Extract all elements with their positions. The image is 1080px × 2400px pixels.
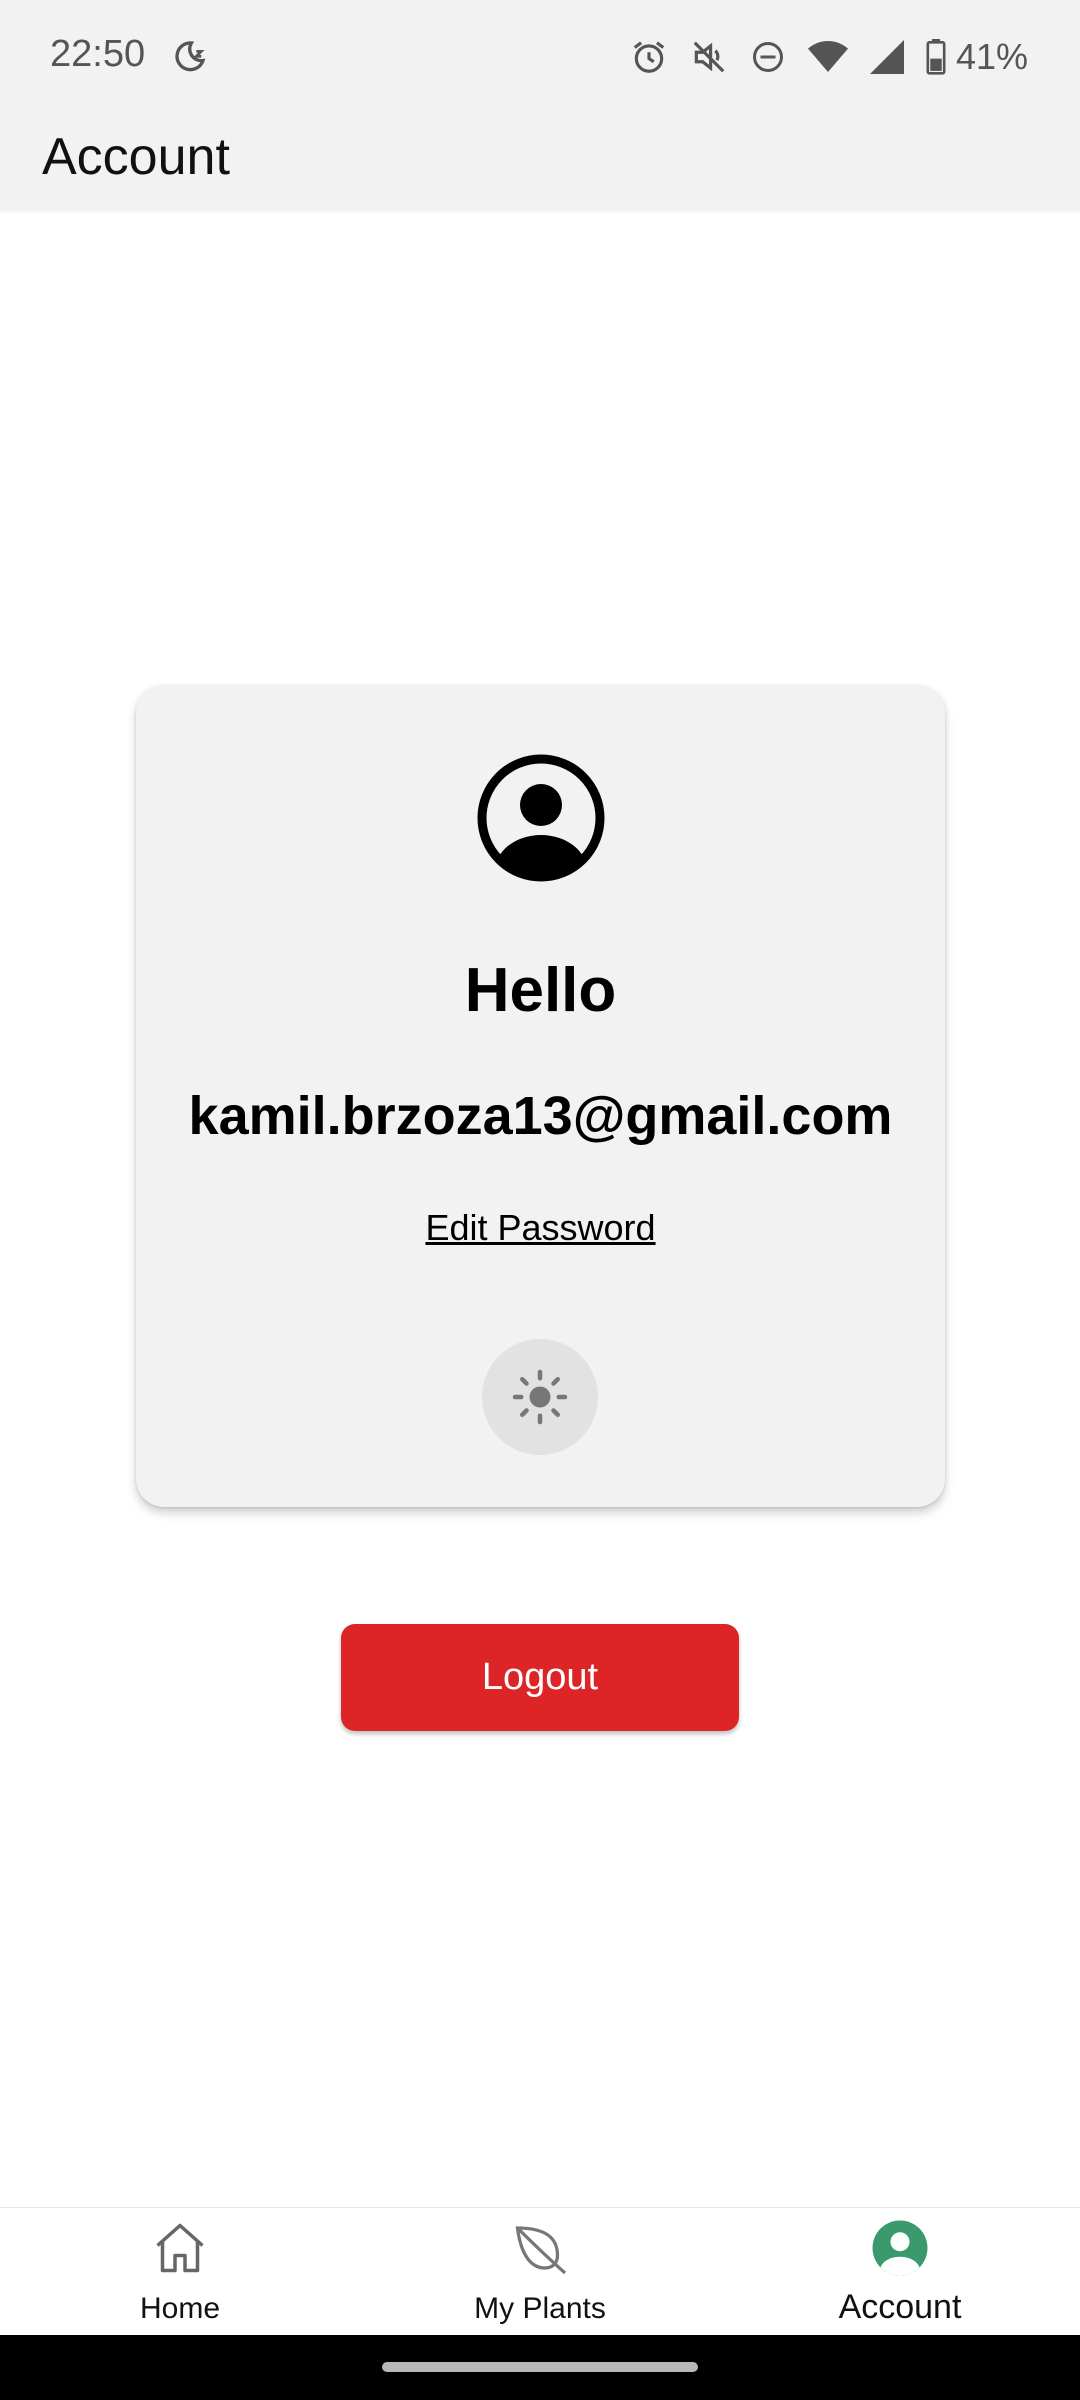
account-icon <box>872 2220 928 2276</box>
nav-item-account[interactable]: Account <box>720 2208 1080 2336</box>
bottom-nav: Home My Plants Account <box>0 2207 1080 2336</box>
battery-percent: 41% <box>955 36 1028 77</box>
wifi-icon <box>807 41 848 72</box>
sun-icon <box>512 1369 568 1425</box>
moon-icon <box>175 41 206 72</box>
edit-password-link[interactable]: Edit Password <box>425 1207 655 1248</box>
account-circle-icon <box>477 754 605 882</box>
user-email: kamil.brzoza13@gmail.com <box>188 1086 893 1146</box>
app-bar: Account <box>0 115 1080 210</box>
greeting: Hello <box>464 956 617 1025</box>
theme-toggle-button[interactable] <box>482 1339 598 1455</box>
nav-item-my-plants[interactable]: My Plants <box>360 2208 720 2336</box>
nav-label-home: Home <box>139 2292 221 2325</box>
signal-icon <box>869 40 904 74</box>
profile-card: Hello kamil.brzoza13@gmail.com Edit Pass… <box>136 685 945 1507</box>
status-time: 22:50 <box>50 33 146 75</box>
nav-item-home[interactable]: Home <box>0 2208 360 2336</box>
do-not-disturb-icon <box>752 42 783 72</box>
logout-button[interactable]: Logout <box>341 1624 739 1731</box>
mute-icon <box>693 41 725 73</box>
status-icons: 41% <box>630 32 1028 82</box>
page-title: Account <box>42 128 230 186</box>
edit-password-container: Edit Password <box>136 1207 945 1249</box>
home-icon <box>156 2223 204 2273</box>
leaf-icon <box>515 2226 567 2275</box>
nav-label-my-plants: My Plants <box>474 2292 606 2325</box>
home-gesture-bar[interactable] <box>382 2362 698 2372</box>
battery-icon <box>926 39 946 75</box>
system-nav-bar <box>0 2335 1080 2400</box>
nav-label-account: Account <box>838 2288 962 2326</box>
alarm-icon <box>633 41 665 73</box>
status-bar: 22:50 41% <box>0 0 1080 115</box>
